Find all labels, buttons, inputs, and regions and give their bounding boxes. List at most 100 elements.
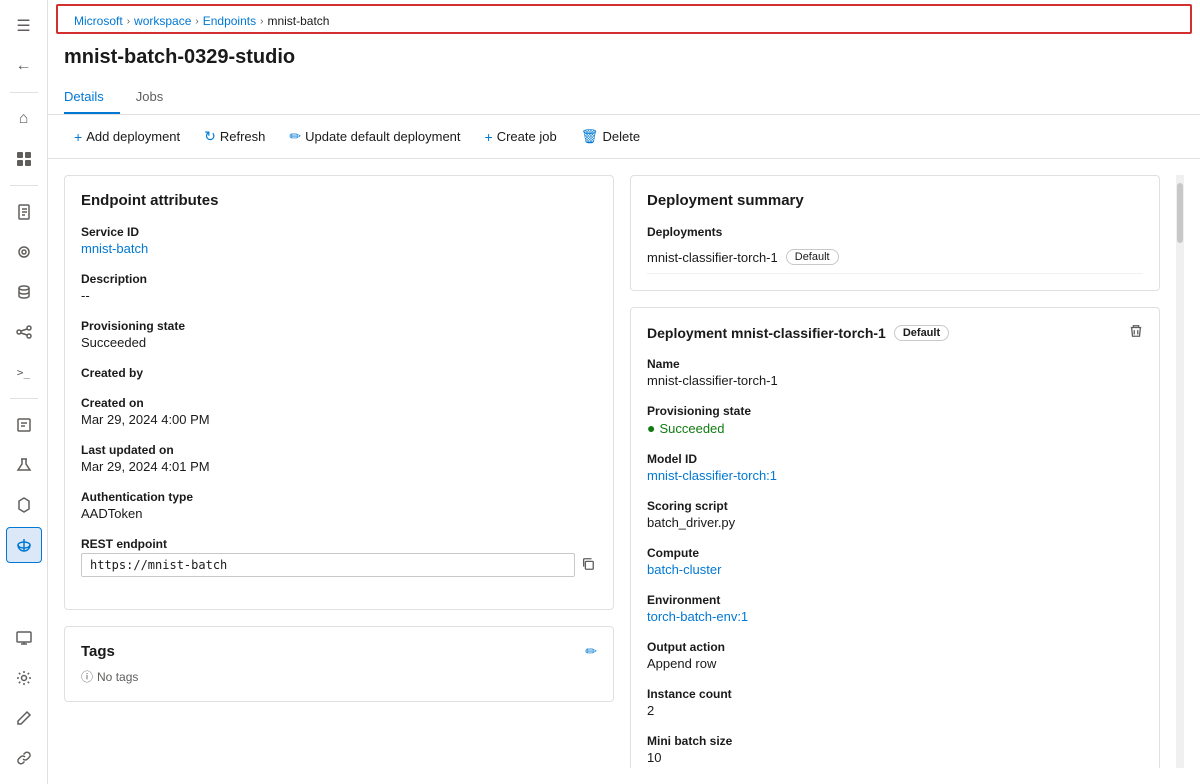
link-icon[interactable] [6, 740, 42, 776]
detail-model-id-group: Model ID mnist-classifier-torch:1 [647, 452, 1143, 483]
description-label: Description [81, 272, 597, 286]
models-icon[interactable] [6, 487, 42, 523]
detail-compute-label: Compute [647, 546, 1143, 560]
info-icon: ⓘ [81, 668, 93, 685]
rest-endpoint-input[interactable] [81, 553, 575, 577]
deployment-detail-title-text: Deployment mnist-classifier-torch-1 [647, 325, 886, 341]
scrollbar[interactable] [1176, 175, 1184, 768]
sidebar: ☰ ← ⌂ >_ [0, 0, 48, 784]
update-default-button[interactable]: ✏ Update default deployment [279, 123, 470, 150]
created-by-label: Created by [81, 366, 597, 380]
add-deployment-label: Add deployment [86, 129, 180, 144]
deployment-detail-card: Deployment mnist-classifier-torch-1 Defa… [630, 307, 1160, 768]
deployment-row: mnist-classifier-torch-1 Default [647, 241, 1143, 274]
detail-scoring-script-group: Scoring script batch_driver.py [647, 499, 1143, 530]
rest-endpoint-input-wrap [81, 553, 597, 577]
tab-details[interactable]: Details [64, 81, 120, 114]
tags-header: Tags ✏ [81, 643, 597, 660]
success-dot-icon: ● [647, 420, 655, 436]
compute-icon[interactable] [6, 234, 42, 270]
add-deployment-icon: + [74, 129, 82, 145]
service-id-value[interactable]: mnist-batch [81, 241, 597, 256]
data-icon[interactable] [6, 274, 42, 310]
monitor-icon[interactable] [6, 620, 42, 656]
refresh-icon: ↻ [204, 128, 216, 145]
auth-type-group: Authentication type AADToken [81, 490, 597, 521]
refresh-button[interactable]: ↻ Refresh [194, 123, 275, 150]
tab-jobs[interactable]: Jobs [136, 81, 179, 114]
description-value: -- [81, 288, 597, 303]
terminal-icon[interactable]: >_ [6, 354, 42, 390]
breadcrumb-sep-1: › [127, 16, 130, 27]
edit-pen-icon[interactable] [6, 700, 42, 736]
deployment-detail-title-wrap: Deployment mnist-classifier-torch-1 Defa… [647, 325, 949, 341]
breadcrumb-microsoft[interactable]: Microsoft [74, 14, 123, 28]
detail-environment-value[interactable]: torch-batch-env:1 [647, 609, 1143, 624]
page-header: mnist-batch-0329-studio [48, 38, 1200, 73]
breadcrumb-current: mnist-batch [267, 14, 329, 28]
detail-mini-batch-group: Mini batch size 10 [647, 734, 1143, 765]
main-content: Microsoft › workspace › Endpoints › mnis… [48, 0, 1200, 784]
delete-button[interactable]: 🗑 Delete [571, 123, 650, 150]
tabs-bar: Details Jobs [48, 81, 1200, 115]
tags-title: Tags [81, 643, 115, 660]
deployment-detail-header: Deployment mnist-classifier-torch-1 Defa… [647, 324, 1143, 341]
breadcrumb-sep-2: › [195, 16, 198, 27]
deployment-detail-badge: Default [894, 325, 949, 341]
auth-type-label: Authentication type [81, 490, 597, 504]
notebook-icon[interactable] [6, 194, 42, 230]
detail-model-id-value[interactable]: mnist-classifier-torch:1 [647, 468, 1143, 483]
breadcrumb-workspace[interactable]: workspace [134, 14, 191, 28]
tags-edit-icon[interactable]: ✏ [585, 643, 597, 660]
last-updated-label: Last updated on [81, 443, 597, 457]
detail-output-action-group: Output action Append row [647, 640, 1143, 671]
back-icon[interactable]: ← [6, 48, 42, 84]
detail-environment-label: Environment [647, 593, 1143, 607]
detail-scoring-script-label: Scoring script [647, 499, 1143, 513]
refresh-label: Refresh [220, 129, 266, 144]
update-default-label: Update default deployment [305, 129, 460, 144]
sidebar-divider-1 [10, 92, 38, 93]
no-tags: ⓘ No tags [81, 668, 597, 685]
create-job-label: Create job [497, 129, 557, 144]
deployment-row-name[interactable]: mnist-classifier-torch-1 [647, 250, 778, 265]
detail-output-action-value: Append row [647, 656, 1143, 671]
deployment-summary-title: Deployment summary [647, 192, 1143, 209]
no-tags-text: No tags [97, 670, 138, 684]
detail-name-label: Name [647, 357, 1143, 371]
content-area: Endpoint attributes Service ID mnist-bat… [48, 159, 1200, 784]
deployments-label: Deployments [647, 225, 1143, 239]
settings-icon[interactable] [6, 660, 42, 696]
service-id-group: Service ID mnist-batch [81, 225, 597, 256]
delete-icon: 🗑 [581, 128, 599, 145]
rest-endpoint-group: REST endpoint [81, 537, 597, 577]
detail-compute-value[interactable]: batch-cluster [647, 562, 1143, 577]
deployment-trash-icon[interactable] [1129, 324, 1143, 341]
provisioning-state-label: Provisioning state [81, 319, 597, 333]
detail-provisioning-label: Provisioning state [647, 404, 1143, 418]
pipeline-icon[interactable] [6, 314, 42, 350]
breadcrumb-sep-3: › [260, 16, 263, 27]
deployment-summary-card: Deployment summary Deployments mnist-cla… [630, 175, 1160, 291]
description-group: Description -- [81, 272, 597, 303]
hamburger-menu-icon[interactable]: ☰ [6, 8, 42, 44]
breadcrumb-endpoints[interactable]: Endpoints [203, 14, 256, 28]
last-updated-value: Mar 29, 2024 4:01 PM [81, 459, 597, 474]
add-deployment-button[interactable]: + Add deployment [64, 124, 190, 150]
endpoints-icon[interactable] [6, 527, 42, 563]
detail-provisioning-value: ● Succeeded [647, 420, 1143, 436]
create-job-icon: + [485, 129, 493, 145]
experiments-icon[interactable] [6, 447, 42, 483]
provisioning-state-value: Succeeded [81, 335, 597, 350]
home-icon[interactable]: ⌂ [6, 101, 42, 137]
jobs-icon[interactable] [6, 407, 42, 443]
create-job-button[interactable]: + Create job [475, 124, 567, 150]
detail-provisioning-group: Provisioning state ● Succeeded [647, 404, 1143, 436]
detail-mini-batch-label: Mini batch size [647, 734, 1143, 748]
created-on-group: Created on Mar 29, 2024 4:00 PM [81, 396, 597, 427]
dashboard-icon[interactable] [6, 141, 42, 177]
detail-mini-batch-value: 10 [647, 750, 1143, 765]
copy-endpoint-button[interactable] [579, 555, 597, 576]
detail-instance-count-value: 2 [647, 703, 1143, 718]
page-title: mnist-batch-0329-studio [64, 46, 1184, 69]
